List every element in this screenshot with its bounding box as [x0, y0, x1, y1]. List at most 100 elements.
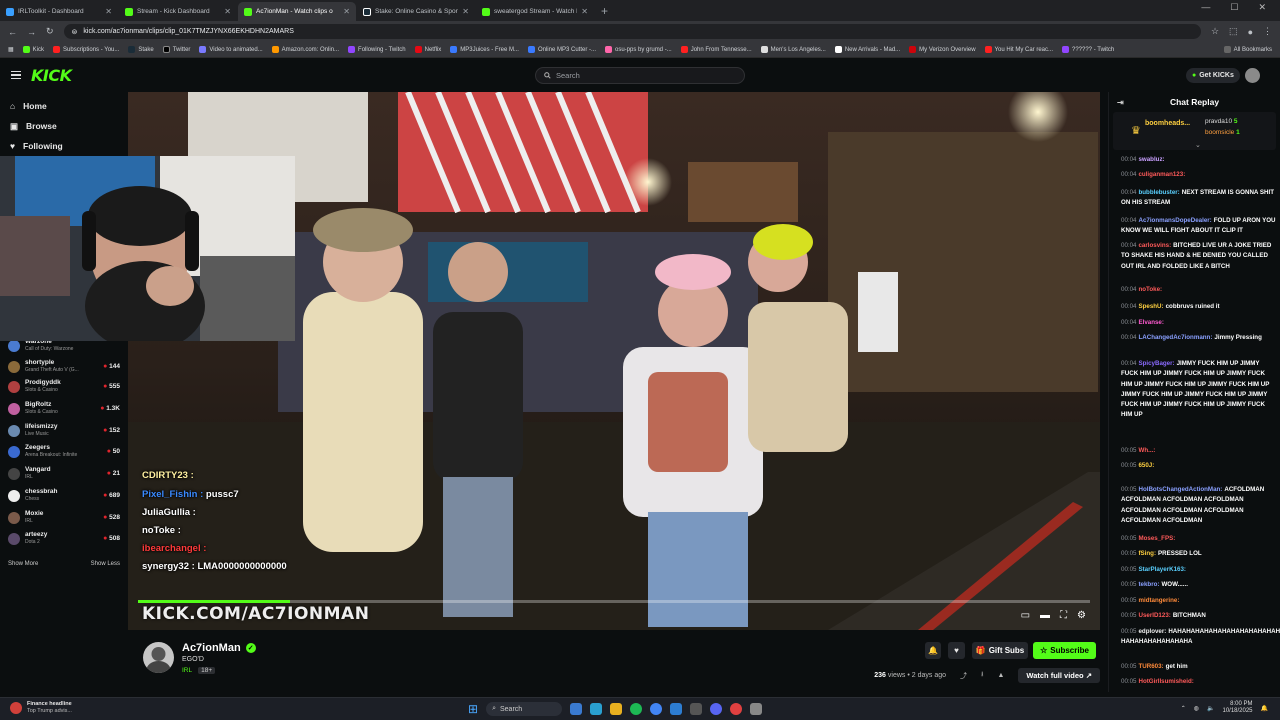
browser-tab[interactable]: Stake: Online Casino & Sports ✕	[357, 2, 475, 21]
search-input[interactable]: Search	[535, 67, 745, 84]
sidebar-item-following[interactable]: ♥ Following	[0, 136, 128, 156]
chat-username[interactable]: noToke:	[1138, 286, 1162, 293]
new-tab-button[interactable]: +	[595, 2, 614, 21]
settings-gear-icon[interactable]: ⚙	[1077, 610, 1086, 621]
sidebar-item-browse[interactable]: ▣ Browse	[0, 116, 128, 136]
chat-username[interactable]: Elvanse:	[1138, 319, 1163, 326]
windows-start-icon[interactable]: ⊞	[468, 702, 478, 716]
volume-icon[interactable]: 🔈	[1207, 705, 1214, 712]
spotify-icon[interactable]	[630, 703, 643, 715]
channel-avatar[interactable]	[143, 642, 174, 673]
chat-username[interactable]: Moses_FPS:	[1138, 535, 1175, 542]
news-widget[interactable]: Finance headline Top Trump advis...	[10, 701, 72, 715]
extensions-icon[interactable]: ⬚	[1229, 26, 1238, 37]
bookmark-item[interactable]: John From Tennesse...	[680, 46, 752, 53]
chat-username[interactable]: edplover:	[1138, 628, 1166, 635]
close-icon[interactable]: ✕	[105, 7, 112, 16]
all-bookmarks[interactable]: All Bookmarks	[1223, 46, 1272, 53]
edge-icon[interactable]	[590, 703, 603, 715]
chat-username[interactable]: SpeshU:	[1138, 303, 1163, 310]
reload-icon[interactable]: ↻	[46, 26, 54, 37]
show-more-button[interactable]: Show More	[8, 561, 38, 567]
download-icon[interactable]: ⭳	[981, 670, 983, 681]
chat-username[interactable]: HotGirlIsumisheid:	[1138, 678, 1193, 685]
channel-item[interactable]: Vangard IRL ● 21	[0, 463, 128, 484]
category-link[interactable]: IRL	[182, 667, 192, 674]
notification-bell-button[interactable]: 🔔	[925, 642, 941, 659]
bookmark-item[interactable]: Subscriptions - You...	[53, 46, 119, 53]
close-icon[interactable]: ✕	[462, 7, 469, 16]
site-info-icon[interactable]: ⊜	[72, 28, 78, 36]
address-bar[interactable]: ⊜ kick.com/ac7ionman/clips/clip_01K7TMZJ…	[63, 24, 1201, 39]
apps-icon[interactable]: ▦	[8, 46, 14, 53]
bookmark-item[interactable]: Netflix	[414, 46, 441, 53]
chat-username[interactable]: 650J:	[1138, 462, 1154, 469]
chat-username[interactable]: SpicyBager:	[1138, 360, 1174, 367]
fullscreen-icon[interactable]: ⛶	[1060, 610, 1067, 621]
bookmark-item[interactable]: ?????? - Twitch	[1062, 46, 1114, 53]
channel-item[interactable]: chessbrah Chess ● 689	[0, 485, 128, 506]
browser-tab[interactable]: sweatergod Stream - Watch Li ✕	[476, 2, 594, 21]
channel-item[interactable]: BigRoltz Slots & Casino ● 1.3K	[0, 398, 128, 419]
share-icon[interactable]: ⤴	[960, 671, 967, 681]
app-icon[interactable]	[750, 703, 763, 715]
follow-heart-button[interactable]: ♥	[948, 642, 965, 659]
chat-username[interactable]: StarPlayerK163:	[1138, 566, 1185, 573]
chrome-icon[interactable]	[650, 703, 663, 715]
bookmark-item[interactable]: Stake	[128, 46, 154, 53]
chat-username[interactable]: midtangerine:	[1138, 597, 1179, 604]
channel-name[interactable]: Ac7ionMan	[182, 642, 241, 654]
sidebar-item-home[interactable]: ⌂ Home	[0, 96, 128, 116]
report-icon[interactable]: ▲	[997, 672, 1004, 679]
bookmark-item[interactable]: Amazon.com: Onlin...	[271, 46, 339, 53]
bookmark-item[interactable]: MP3Juices - Free M...	[450, 46, 519, 53]
taskbar-search[interactable]: ⌕ Search	[486, 702, 563, 716]
file-explorer-icon[interactable]	[610, 703, 623, 715]
clock-time[interactable]: 8:00 PM	[1222, 701, 1252, 708]
get-kicks-button[interactable]: ● Get KICKs	[1186, 68, 1240, 83]
channel-item[interactable]: arteezy Dota 2 ● 508	[0, 528, 128, 549]
theater-mode-icon[interactable]: ▬	[1040, 610, 1050, 621]
chat-username[interactable]: carlosvins:	[1138, 242, 1171, 249]
tray-chevron-icon[interactable]: ⌃	[1181, 705, 1186, 712]
notification-icon[interactable]: 🔔	[1261, 705, 1268, 712]
close-icon[interactable]: ✕	[581, 7, 588, 16]
chevron-down-icon[interactable]: ⌄	[1195, 141, 1201, 149]
hamburger-menu-icon[interactable]	[11, 70, 21, 80]
browser-tab-active[interactable]: Ac7ionMan - Watch clips o ✕	[238, 2, 356, 21]
forward-icon[interactable]: →	[27, 27, 36, 37]
browser-tab[interactable]: IRLToolkit - Dashboard ✕	[0, 2, 118, 21]
maximize-icon[interactable]: ☐	[1230, 2, 1238, 13]
user-avatar[interactable]	[1245, 68, 1260, 83]
pip-icon[interactable]: ▭	[1021, 610, 1030, 621]
bookmark-item[interactable]: Twitter	[162, 46, 190, 53]
browser-tab[interactable]: Stream - Kick Dashboard ✕	[119, 2, 237, 21]
chat-username[interactable]: TUR603:	[1138, 663, 1163, 670]
close-icon[interactable]: ✕	[224, 7, 231, 16]
channel-item[interactable]: shortyple Grand Theft Auto V (G... ● 144	[0, 356, 128, 377]
bookmark-item[interactable]: Online MP3 Cutter -...	[527, 46, 596, 53]
bookmark-item[interactable]: You Hit My Car reac...	[984, 46, 1053, 53]
chat-username[interactable]: Ac7ionmansDopeDealer:	[1138, 217, 1211, 224]
chat-username[interactable]: tekbro:	[1138, 581, 1159, 588]
chat-username[interactable]: bubblebuster:	[1138, 189, 1179, 196]
close-icon[interactable]: ✕	[343, 7, 350, 16]
chat-username[interactable]: Wh...:	[1138, 447, 1155, 454]
discord-icon[interactable]	[710, 703, 723, 715]
minimize-icon[interactable]: —	[1201, 2, 1210, 13]
chat-username[interactable]: HolBotsChangedActionMan:	[1138, 486, 1222, 493]
collapse-chat-icon[interactable]: ⇥	[1117, 98, 1124, 107]
menu-icon[interactable]: ⋮	[1263, 26, 1272, 37]
channel-item[interactable]: Prodigyddk Slots & Casino ● 555	[0, 376, 128, 397]
kick-logo[interactable]: KICK	[31, 66, 72, 85]
chat-username[interactable]: culiganman123:	[1138, 171, 1185, 178]
profile-icon[interactable]: ●	[1248, 27, 1253, 37]
channel-item[interactable]: lifeismizzy Live Music ● 152	[0, 420, 128, 441]
star-icon[interactable]: ☆	[1211, 26, 1219, 37]
clock-date[interactable]: 10/18/2025	[1222, 708, 1252, 715]
watch-full-video-button[interactable]: Watch full video ↗	[1018, 668, 1100, 683]
bookmark-item[interactable]: Following - Twitch	[348, 46, 406, 53]
bookmark-item[interactable]: Kick	[22, 46, 44, 53]
gift-subs-button[interactable]: 🎁 Gift Subs	[972, 642, 1028, 659]
bookmark-item[interactable]: My Verizon Overview	[909, 46, 976, 53]
